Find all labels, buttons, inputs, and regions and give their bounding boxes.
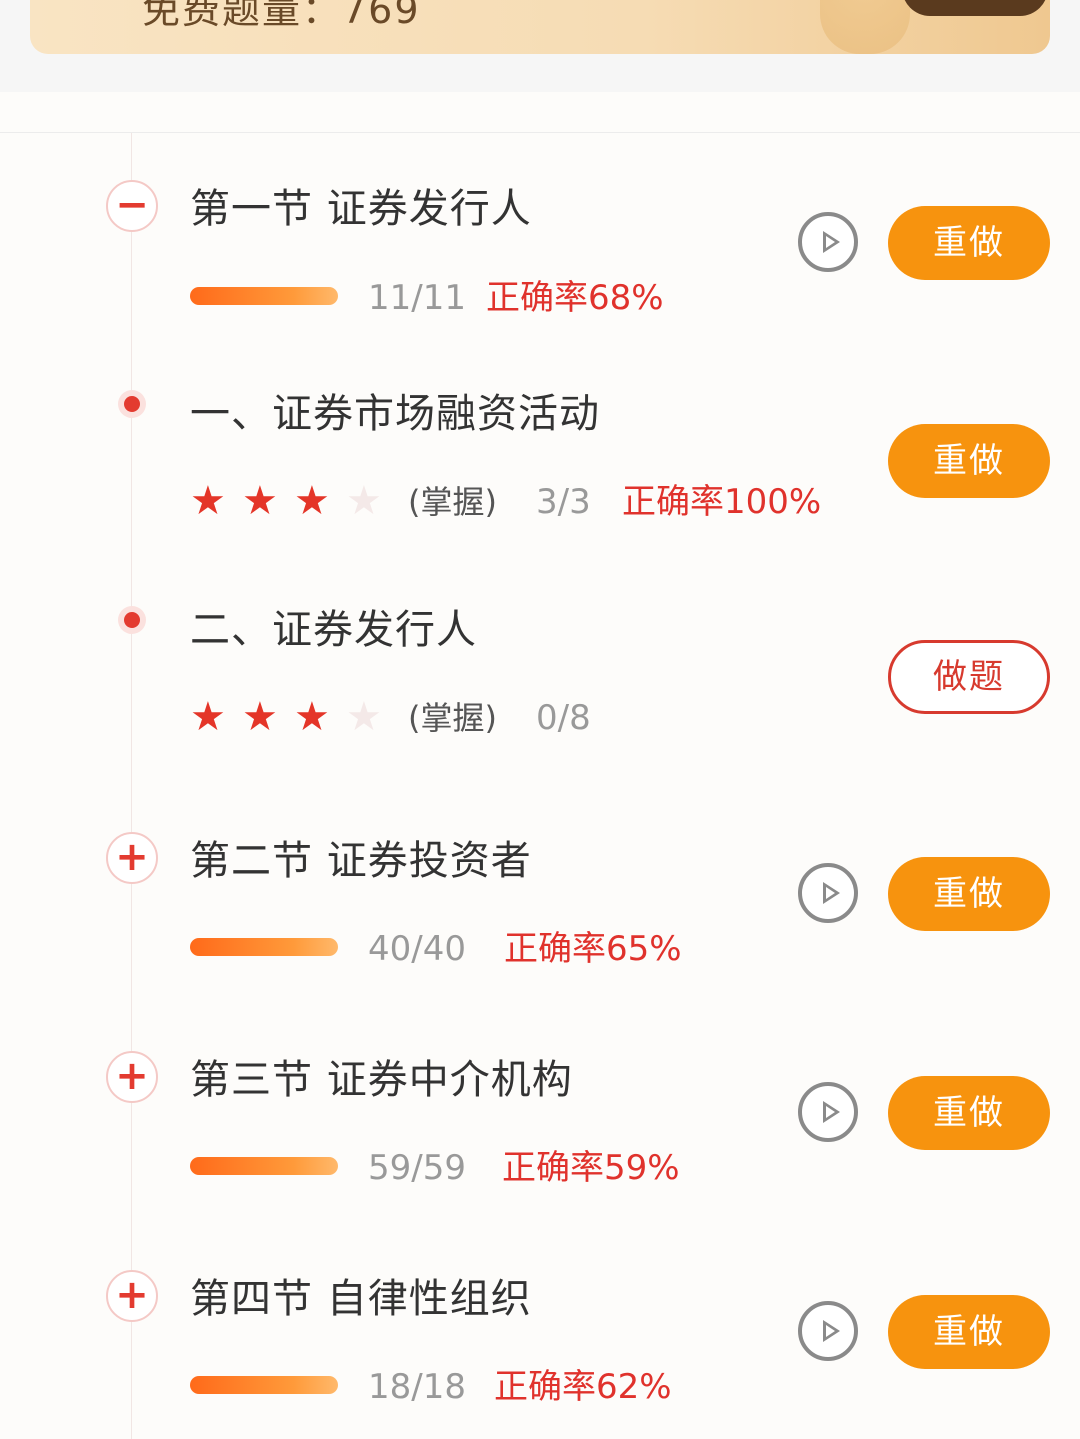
video-play-icon[interactable] [798,212,858,272]
banner-decoration [820,0,910,54]
video-play-icon[interactable] [798,1082,858,1142]
question-count: 40/40 [368,929,466,969]
do-questions-button[interactable]: 做题 [888,640,1050,714]
progress-bar [190,938,338,956]
star-filled-icon: ★ [242,478,278,524]
mastery-stars: ★ ★ ★ ★ [190,697,398,737]
question-count: 11/11 [368,278,466,318]
progress-bar [190,287,338,305]
question-count: 59/59 [368,1148,466,1188]
free-questions-banner[interactable]: 免费题量：769 [30,0,1050,54]
progress-bar [190,1157,338,1175]
mastery-level: (掌握) [408,699,497,737]
banner-action-button[interactable] [902,0,1048,16]
section-title[interactable]: 二、证券发行人 [190,605,477,655]
question-count: 18/18 [368,1367,466,1407]
accuracy-rate: 正确率65% [504,929,682,969]
redo-button[interactable]: 重做 [888,1076,1050,1150]
chapter-title[interactable]: 第一节 证券发行人 [190,184,532,234]
chapter-title[interactable]: 第二节 证券投资者 [190,836,532,886]
video-play-icon[interactable] [798,1301,858,1361]
redo-button[interactable]: 重做 [888,206,1050,280]
accuracy-rate: 正确率59% [502,1148,680,1188]
mastery-level: (掌握) [408,483,497,521]
star-filled-icon: ★ [190,694,226,740]
timeline-dot-icon [118,606,146,634]
collapse-icon[interactable]: − [106,180,158,232]
expand-icon[interactable]: + [106,832,158,884]
section-title[interactable]: 一、证券市场融资活动 [190,389,600,439]
section-divider [0,132,1080,133]
star-filled-icon: ★ [242,694,278,740]
top-area: 免费题量：769 [0,0,1080,92]
accuracy-rate: 正确率62% [494,1367,672,1407]
star-filled-icon: ★ [190,478,226,524]
chapter-title[interactable]: 第三节 证券中介机构 [190,1055,573,1105]
chapter-title[interactable]: 第四节 自律性组织 [190,1274,532,1324]
video-play-icon[interactable] [798,863,858,923]
free-questions-label: 免费题量：769 [142,0,421,32]
accuracy-rate: 正确率68% [486,278,664,318]
timeline-line [131,133,132,1439]
mastery-stars: ★ ★ ★ ★ [190,481,398,521]
timeline-dot-icon [118,390,146,418]
redo-button[interactable]: 重做 [888,1295,1050,1369]
star-filled-icon: ★ [294,694,330,740]
star-empty-icon: ★ [346,694,382,740]
accuracy-rate: 正确率100% [622,482,822,522]
progress-bar [190,1376,338,1394]
redo-button[interactable]: 重做 [888,424,1050,498]
question-count: 3/3 [536,482,591,522]
expand-icon[interactable]: + [106,1051,158,1103]
question-count: 0/8 [536,698,591,738]
star-empty-icon: ★ [346,478,382,524]
star-filled-icon: ★ [294,478,330,524]
expand-icon[interactable]: + [106,1270,158,1322]
redo-button[interactable]: 重做 [888,857,1050,931]
